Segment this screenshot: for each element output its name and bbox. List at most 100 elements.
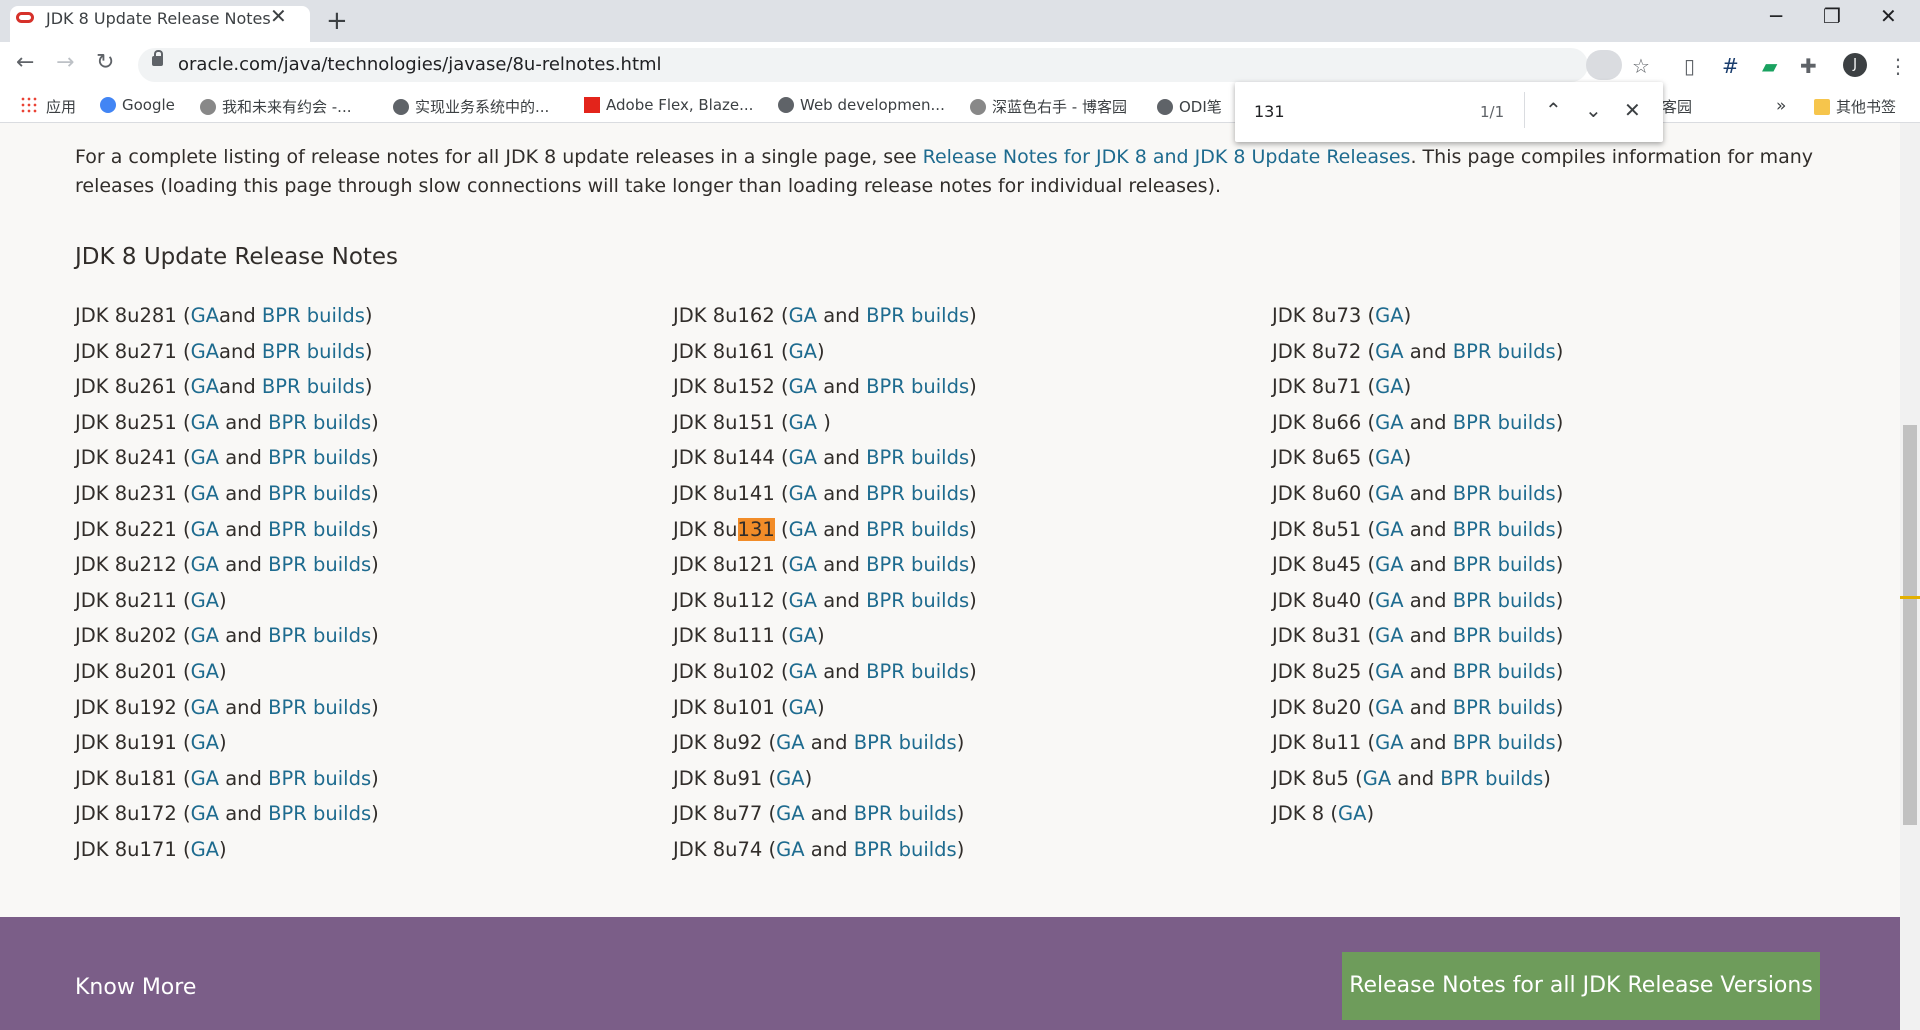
lock-icon[interactable] — [152, 50, 163, 66]
ga-link[interactable]: GA — [789, 696, 817, 719]
bookmark-item[interactable]: Web developmen... — [778, 96, 945, 114]
find-in-page-icon[interactable] — [1586, 50, 1622, 80]
ga-link[interactable]: GA — [191, 660, 219, 683]
find-next-button[interactable]: ⌄ — [1585, 98, 1602, 122]
bpr-builds-link[interactable]: BPR builds — [866, 518, 969, 541]
bpr-builds-link[interactable]: BPR builds — [268, 482, 371, 505]
bpr-builds-link[interactable]: BPR builds — [866, 660, 969, 683]
ga-link[interactable]: GA — [789, 660, 817, 683]
bpr-builds-link[interactable]: BPR builds — [1453, 624, 1556, 647]
bpr-builds-link[interactable]: BPR builds — [262, 375, 365, 398]
find-previous-button[interactable]: ⌃ — [1545, 98, 1562, 122]
ga-link[interactable]: GA — [191, 624, 219, 647]
ga-link[interactable]: GA — [789, 446, 817, 469]
ga-link[interactable]: GA — [191, 518, 219, 541]
ga-link[interactable]: GA — [1375, 446, 1403, 469]
ga-link[interactable]: GA — [1375, 375, 1403, 398]
ga-link[interactable]: GA — [789, 340, 817, 363]
bpr-builds-link[interactable]: BPR builds — [268, 553, 371, 576]
bpr-builds-link[interactable]: BPR builds — [866, 375, 969, 398]
bpr-builds-link[interactable]: BPR builds — [262, 340, 365, 363]
find-input[interactable]: 131 — [1254, 102, 1285, 121]
url-text[interactable]: oracle.com/java/technologies/javase/8u-r… — [178, 54, 662, 75]
ga-link[interactable]: GA — [1363, 767, 1391, 790]
ga-link[interactable]: GA — [789, 624, 817, 647]
ga-link[interactable]: GA — [191, 411, 219, 434]
ga-link[interactable]: GA — [1375, 589, 1403, 612]
bpr-builds-link[interactable]: BPR builds — [268, 446, 371, 469]
bpr-builds-link[interactable]: BPR builds — [866, 482, 969, 505]
ga-link[interactable]: GA — [1375, 553, 1403, 576]
ga-link[interactable]: GA — [191, 696, 219, 719]
ga-link[interactable]: GA — [1338, 802, 1366, 825]
ga-link[interactable]: GA — [776, 838, 804, 861]
bpr-builds-link[interactable]: BPR builds — [854, 731, 957, 754]
bookmark-item[interactable]: ODI笔 — [1157, 96, 1222, 117]
forward-button[interactable]: → — [56, 50, 74, 75]
bpr-builds-link[interactable]: BPR builds — [1453, 696, 1556, 719]
menu-kebab-icon[interactable]: ⋮ — [1888, 54, 1908, 78]
all-jdk-release-notes-button[interactable]: Release Notes for all JDK Release Versio… — [1342, 952, 1820, 1020]
ga-link[interactable]: GA — [191, 767, 219, 790]
bpr-builds-link[interactable]: BPR builds — [866, 589, 969, 612]
ga-link[interactable]: GA — [191, 589, 219, 612]
bpr-builds-link[interactable]: BPR builds — [268, 518, 371, 541]
bpr-builds-link[interactable]: BPR builds — [1453, 731, 1556, 754]
new-tab-button[interactable]: + — [326, 6, 348, 36]
ga-link[interactable]: GA — [789, 518, 817, 541]
bpr-builds-link[interactable]: BPR builds — [268, 411, 371, 434]
ga-link[interactable]: GA — [191, 838, 219, 861]
bpr-builds-link[interactable]: BPR builds — [854, 838, 957, 861]
back-button[interactable]: ← — [16, 50, 34, 75]
bpr-builds-link[interactable]: BPR builds — [268, 624, 371, 647]
bpr-builds-link[interactable]: BPR builds — [1453, 340, 1556, 363]
extension-flag-icon[interactable]: ▰ — [1762, 54, 1777, 78]
ga-link[interactable]: GA — [789, 375, 817, 398]
ga-link[interactable]: GA — [191, 482, 219, 505]
ga-link[interactable]: GA — [1375, 518, 1403, 541]
ga-link[interactable]: GA — [1375, 411, 1403, 434]
apps-grid-icon[interactable] — [20, 96, 38, 114]
ga-link[interactable]: GA — [191, 304, 219, 327]
bpr-builds-link[interactable]: BPR builds — [1453, 589, 1556, 612]
ga-link[interactable]: GA — [776, 731, 804, 754]
ga-link[interactable]: GA — [789, 482, 817, 505]
window-close-button[interactable]: ✕ — [1880, 4, 1897, 28]
bpr-builds-link[interactable]: BPR builds — [1453, 553, 1556, 576]
bpr-builds-link[interactable]: BPR builds — [866, 446, 969, 469]
ga-link[interactable]: GA — [776, 767, 804, 790]
ga-link[interactable]: GA — [191, 802, 219, 825]
bpr-builds-link[interactable]: BPR builds — [262, 304, 365, 327]
find-close-button[interactable]: ✕ — [1624, 98, 1641, 122]
ga-link[interactable]: GA — [191, 446, 219, 469]
ga-link[interactable]: GA — [191, 553, 219, 576]
bookmarks-overflow-chevron[interactable]: » — [1776, 96, 1786, 116]
bookmark-item[interactable]: 客园 — [1662, 96, 1692, 117]
tab-close-icon[interactable]: ✕ — [270, 4, 287, 28]
bookmark-item[interactable]: 我和未来有约会 -... — [200, 96, 352, 117]
bpr-builds-link[interactable]: BPR builds — [268, 767, 371, 790]
ga-link[interactable]: GA — [789, 304, 817, 327]
bpr-builds-link[interactable]: BPR builds — [268, 802, 371, 825]
other-bookmarks[interactable]: 其他书签 — [1814, 96, 1896, 117]
ga-link[interactable]: GA — [1375, 482, 1403, 505]
scrollbar-thumb[interactable] — [1903, 425, 1917, 825]
bookmark-apps[interactable]: 应用 — [46, 96, 76, 117]
bpr-builds-link[interactable]: BPR builds — [854, 802, 957, 825]
bpr-builds-link[interactable]: BPR builds — [1453, 411, 1556, 434]
hashtag-extension-icon[interactable]: # — [1722, 54, 1739, 78]
bookmark-item[interactable]: 深蓝色右手 - 博客园 — [970, 96, 1127, 117]
bookmark-item[interactable]: 实现业务系统中的... — [393, 96, 549, 117]
ga-link[interactable]: GA — [1375, 624, 1403, 647]
bpr-builds-link[interactable]: BPR builds — [866, 553, 969, 576]
bookmark-item[interactable]: Adobe Flex, Blaze... — [584, 96, 753, 114]
extensions-puzzle-icon[interactable]: ✚ — [1800, 54, 1817, 78]
ga-link[interactable]: GA — [191, 731, 219, 754]
ga-link[interactable]: GA — [1375, 696, 1403, 719]
ga-link[interactable]: GA — [191, 375, 219, 398]
bpr-builds-link[interactable]: BPR builds — [268, 696, 371, 719]
ga-link[interactable]: GA — [1375, 304, 1403, 327]
ga-link[interactable]: GA — [789, 589, 817, 612]
ga-link[interactable]: GA — [789, 411, 824, 434]
ga-link[interactable]: GA — [1375, 731, 1403, 754]
